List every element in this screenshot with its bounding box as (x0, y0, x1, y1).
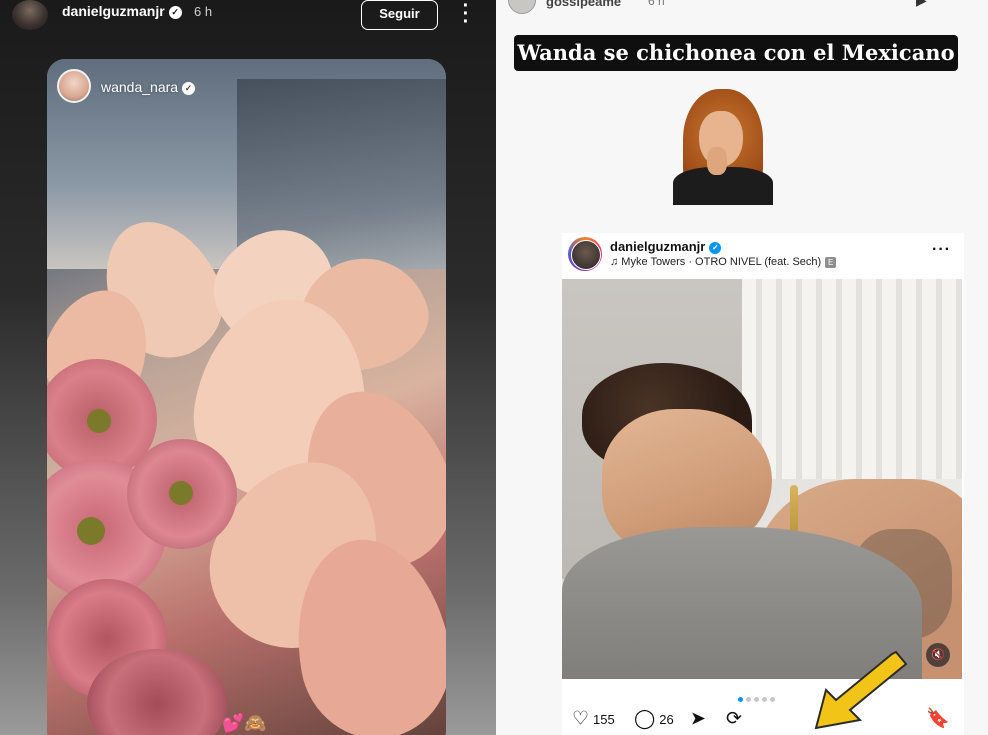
more-horizontal-icon[interactable]: ··· (956, 0, 972, 6)
story-time: 6 h (194, 4, 213, 19)
carousel-dot[interactable] (746, 697, 751, 702)
verified-icon: ✓ (168, 5, 182, 19)
carousel-dot[interactable] (770, 697, 775, 702)
carousel-dot[interactable] (738, 697, 743, 702)
post-photo[interactable]: 🔇 (562, 279, 962, 679)
comment-icon: ◯ (634, 708, 656, 730)
share-button[interactable]: ➤ (690, 707, 706, 731)
play-icon[interactable]: ▶ (916, 0, 927, 9)
save-button[interactable]: 🔖 (926, 707, 950, 731)
avatar[interactable] (57, 69, 91, 103)
story-left: danielguzmanjr ✓ 6 h Seguir · · · wanda_… (0, 0, 496, 735)
more-horizontal-icon[interactable]: ··· (932, 241, 951, 259)
post-music[interactable]: ♫ Myke Towers · OTRO NIVEL (feat. Sech) E (610, 256, 837, 268)
story-header: gossipeame 6 h ▶ ··· (496, 0, 988, 20)
daisy-center (87, 409, 111, 433)
daisy-center (169, 481, 193, 505)
verified-icon: ✓ (709, 241, 722, 254)
like-button[interactable]: ♡ 155 (572, 707, 615, 731)
sticker-hand (707, 147, 727, 175)
screen: danielguzmanjr ✓ 6 h Seguir · · · wanda_… (0, 0, 988, 735)
verified-icon: ✓ (182, 81, 196, 95)
story-username-text[interactable]: danielguzmanjr (62, 3, 165, 19)
bookmark-icon: 🔖 (926, 708, 950, 730)
repost-icon: ⟳ (726, 708, 742, 730)
celebrity-sticker (669, 89, 776, 205)
heart-icon: ♡ (572, 708, 590, 730)
story-header: danielguzmanjr ✓ 6 h Seguir · · · (0, 0, 496, 40)
story-time: 6 h (648, 0, 665, 8)
post-username-text[interactable]: danielguzmanjr (610, 239, 705, 254)
like-count: 155 (593, 711, 615, 727)
avatar[interactable] (12, 0, 48, 30)
shared-post-username-text[interactable]: wanda_nara (101, 79, 178, 95)
avatar[interactable] (508, 0, 536, 14)
shared-post-username[interactable]: wanda_nara ✓ (101, 79, 196, 95)
more-vertical-icon[interactable]: · · · (459, 0, 473, 32)
comment-count: 26 (659, 711, 674, 727)
repost-button[interactable]: ⟳ (726, 707, 742, 731)
post-username[interactable]: danielguzmanjr ✓ (610, 239, 722, 254)
story-username[interactable]: danielguzmanjr ✓ (62, 3, 182, 19)
story-username[interactable]: gossipeame (546, 0, 621, 9)
carousel-dot[interactable] (754, 697, 759, 702)
arrow-shape (814, 650, 908, 730)
send-icon: ➤ (690, 708, 706, 730)
explicit-icon: E (825, 256, 837, 268)
emoji-stickers: 💕🙈 (222, 713, 267, 733)
shared-post-card[interactable]: wanda_nara ✓ 💕🙈 (47, 59, 446, 735)
carousel-dots (738, 689, 778, 702)
carousel-dot[interactable] (762, 697, 767, 702)
daisy-center (77, 517, 105, 545)
music-label[interactable]: ♫ Myke Towers · OTRO NIVEL (feat. Sech) (610, 256, 821, 268)
story-right: gossipeame 6 h ▶ ··· Wanda se chichonea … (496, 0, 988, 735)
mute-icon[interactable]: 🔇 (926, 643, 950, 667)
arrow-sticker (814, 650, 908, 730)
headline-banner: Wanda se chichonea con el Mexicano (514, 35, 958, 71)
follow-button[interactable]: Seguir (361, 0, 438, 30)
avatar[interactable] (568, 237, 602, 271)
comment-button[interactable]: ◯ 26 (634, 707, 674, 731)
